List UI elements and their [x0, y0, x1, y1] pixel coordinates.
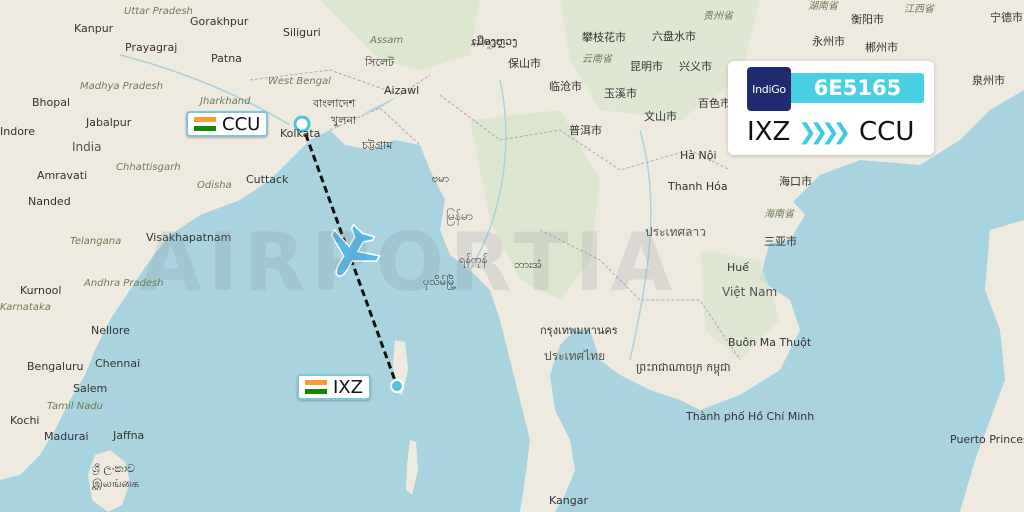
label-yuxi: 玉溪市 — [604, 87, 637, 100]
label-hue: Huế — [727, 261, 750, 274]
plane-icon — [330, 223, 381, 277]
ccu-airport-code: CCU — [222, 113, 261, 135]
label-nellore: Nellore — [91, 324, 130, 337]
label-uttar-pradesh: Uttar Pradesh — [124, 6, 193, 17]
label-lincang: 临沧市 — [549, 80, 582, 93]
land-philippines — [960, 220, 1024, 512]
label-quanzhou: 泉州市 — [972, 74, 1005, 87]
label-cuttack: Cuttack — [246, 173, 289, 186]
label-jaffna: Jaffna — [113, 429, 145, 442]
label-ho-chi-minh-city: Thành phố Hồ Chí Minh — [686, 410, 815, 423]
label-cambodia: ព្រះរាជាណាចក្រ កម្ពុជា — [636, 361, 731, 374]
origin-code: IXZ — [747, 117, 791, 147]
destination-code: CCU — [859, 117, 915, 147]
label-visakhapatnam: Visakhapatnam — [146, 231, 232, 244]
label-hanoi: Hà Nội — [680, 149, 717, 162]
ccu-airport-tag[interactable]: CCU — [186, 111, 269, 137]
label-hunan: 湖南省 — [808, 1, 838, 12]
ixz-airport-marker — [390, 379, 404, 393]
land-nicobar-islands — [406, 440, 418, 495]
label-sri-lanka-tamil: இலங்கை — [92, 477, 139, 490]
india-flag-icon — [194, 117, 216, 132]
label-chennai: Chennai — [95, 357, 141, 370]
label-gorakhpur: Gorakhpur — [190, 15, 249, 28]
label-madhya-pradesh: Madhya Pradesh — [80, 81, 163, 92]
label-amravati: Amravati — [37, 169, 88, 182]
india-flag-icon — [305, 380, 327, 395]
label-kochi: Kochi — [10, 414, 40, 427]
label-karnataka: Karnataka — [0, 302, 51, 313]
label-patna: Patna — [211, 52, 242, 65]
label-hengyang: 衡阳市 — [851, 13, 884, 26]
label-siliguri: Siliguri — [283, 26, 321, 39]
label-assam: Assam — [370, 35, 404, 46]
flight-number: 6E5165 — [791, 73, 924, 103]
label-laos: ประเทศลาว — [645, 225, 706, 239]
label-bama: ဗမာ — [432, 172, 450, 185]
label-kanpur: Kanpur — [74, 22, 114, 35]
label-west-bengal: West Bengal — [268, 76, 331, 87]
label-khulna: খুলনা — [331, 114, 357, 127]
label-yangon: ရန်ကုန် — [459, 253, 488, 266]
label-myanmar: မြန်မာ — [446, 209, 473, 223]
label-tamil-nadu: Tamil Nadu — [47, 401, 103, 412]
label-pathein: ပုသိမ်မြို့ — [423, 275, 457, 288]
flight-route: IXZ ❯❯❯❯ CCU — [747, 117, 914, 147]
label-madurai: Madurai — [44, 430, 89, 443]
label-kolkata: Kolkata — [280, 127, 321, 140]
label-odisha: Odisha — [197, 180, 232, 191]
label-viet-nam: Việt Nam — [722, 285, 778, 299]
label-aizawl: Aizawl — [384, 84, 420, 97]
ixz-airport-code: IXZ — [333, 376, 363, 398]
label-hainan: 海南省 — [764, 209, 794, 220]
label-chenzhou: 郴州市 — [865, 41, 898, 54]
label-bangladesh: বাংলাদেশ — [313, 97, 356, 110]
label-indore: Indore — [0, 125, 35, 138]
label-yunnan: 云南省 — [582, 54, 612, 65]
label-chattogram: চট্টগ্রাম — [362, 139, 393, 152]
label-bhopal: Bhopal — [32, 96, 71, 109]
label-india: India — [72, 140, 102, 154]
label-panzhihua: 攀枝花市 — [582, 31, 626, 44]
label-xingyi: 兴义市 — [679, 60, 712, 73]
label-kurnool: Kurnool — [20, 284, 62, 297]
label-thailand: ประเทศไทย — [544, 349, 606, 363]
label-baoshan: 保山市 — [508, 57, 541, 70]
label-jharkhand: Jharkhand — [200, 96, 251, 107]
label-wenshan: 文山市 — [644, 110, 677, 123]
label-jabalpur: Jabalpur — [86, 116, 132, 129]
label-puerto-princesa: Puerto Princesa — [950, 433, 1024, 446]
label-baise: 百色市 — [698, 97, 731, 110]
label-andhra-pradesh: Andhra Pradesh — [84, 278, 164, 289]
label-luang: ເມືອງຫຼວງ — [472, 35, 518, 48]
label-yongzhou: 永州市 — [812, 35, 845, 48]
label-guizhou: 贵州省 — [703, 11, 733, 22]
label-haikou: 海口市 — [779, 175, 812, 188]
label-ningde: 宁德市 — [990, 11, 1023, 24]
label-puer: 普洱市 — [569, 124, 602, 137]
label-bangkok: กรุงเทพมหานคร — [540, 324, 618, 337]
label-nanded: Nanded — [28, 195, 71, 208]
airline-logo: IndiGo — [747, 67, 791, 111]
label-hpa-an: ဘားအံ — [514, 258, 543, 271]
label-kangar: Kangar — [549, 494, 588, 507]
label-sanya: 三亚市 — [764, 235, 797, 248]
label-sri-lanka-sinhala: ශ්‍රී ලංකාව — [92, 462, 136, 475]
label-prayagraj: Prayagraj — [125, 41, 178, 54]
route-arrows-icon: ❯❯❯❯ — [798, 119, 851, 145]
label-salem: Salem — [73, 382, 108, 395]
ixz-airport-tag[interactable]: IXZ — [297, 374, 371, 400]
label-bengaluru: Bengaluru — [27, 360, 84, 373]
label-sylhet: সিলেট — [365, 56, 395, 69]
label-kunming: 昆明市 — [630, 60, 663, 73]
label-telangana: Telangana — [70, 236, 122, 247]
label-jiangxi: 江西省 — [904, 4, 934, 15]
label-thanh-hoa: Thanh Hóa — [668, 180, 728, 193]
label-liupanshui: 六盘水市 — [652, 30, 696, 43]
label-chhattisgarh: Chhattisgarh — [116, 162, 181, 173]
flight-info-card[interactable]: IndiGo 6E5165 IXZ ❯❯❯❯ CCU — [728, 61, 934, 155]
label-buon-ma-thuot: Buôn Ma Thuột — [728, 336, 812, 349]
